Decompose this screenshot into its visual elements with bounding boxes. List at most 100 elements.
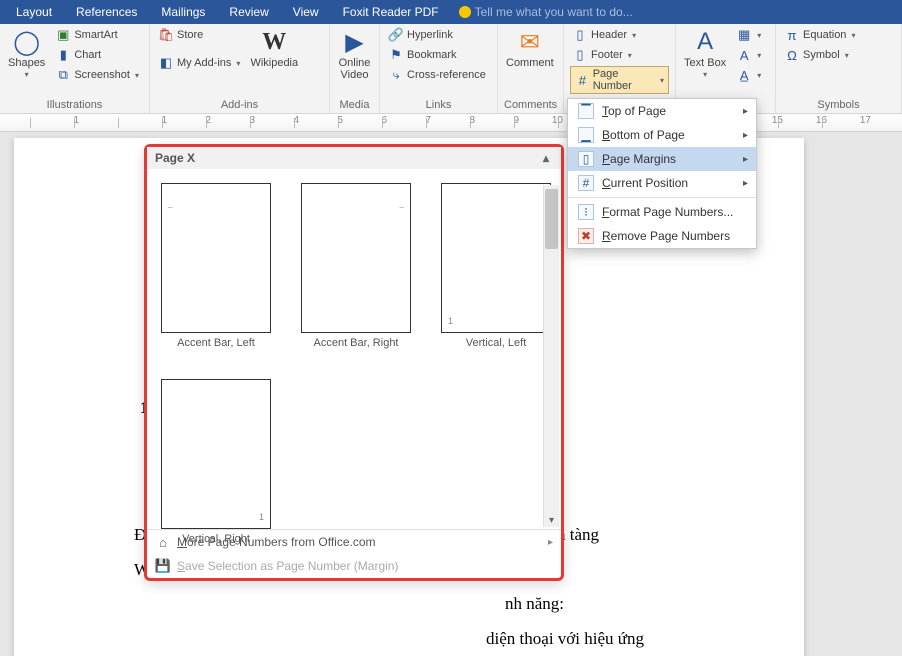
wikipedia-button[interactable]: W Wikipedia xyxy=(248,26,300,71)
footer-button[interactable]: ▯Footer▾ xyxy=(570,46,669,64)
group-links-label: Links xyxy=(386,98,491,113)
remove-icon: ✖ xyxy=(578,228,594,244)
equation-button[interactable]: πEquation▾ xyxy=(782,26,857,44)
screenshot-button[interactable]: ⧉Screenshot▾ xyxy=(53,66,141,84)
gallery-scrollbar[interactable]: ▾ xyxy=(543,185,559,527)
tab-layout[interactable]: Layout xyxy=(4,1,64,23)
scroll-up-icon[interactable]: ▴ xyxy=(539,151,553,165)
chart-label: Chart xyxy=(74,49,101,61)
dropcap-button[interactable]: A̲▾ xyxy=(734,66,763,84)
screenshot-label: Screenshot xyxy=(74,69,130,81)
tab-references[interactable]: References xyxy=(64,1,149,23)
bookmark-icon: ⚑ xyxy=(388,47,404,63)
screenshot-icon: ⧉ xyxy=(55,67,71,83)
menu-separator xyxy=(568,197,756,198)
myaddins-button[interactable]: ◧My Add-ins▾ xyxy=(156,54,242,72)
comment-icon: ✉ xyxy=(514,28,546,56)
pagenumber-icon: # xyxy=(575,72,590,88)
chart-button[interactable]: ▮Chart xyxy=(53,46,141,64)
smartart-label: SmartArt xyxy=(74,29,117,41)
group-links: 🔗Hyperlink ⚑Bookmark ⤷Cross-reference Li… xyxy=(380,24,498,113)
group-illustrations: ◯ Shapes ▾ ▣SmartArt ▮Chart ⧉Screenshot▾… xyxy=(0,24,150,113)
scroll-down-icon[interactable]: ▾ xyxy=(544,515,559,526)
addins-icon: ◧ xyxy=(158,55,174,71)
bookmark-label: Bookmark xyxy=(407,49,457,61)
tab-view[interactable]: View xyxy=(281,1,331,23)
wikipedia-icon: W xyxy=(258,28,290,56)
equation-label: Equation xyxy=(803,29,846,41)
wordart-icon: A xyxy=(736,47,752,63)
quickparts-button[interactable]: ▦▾ xyxy=(734,26,763,44)
wikipedia-label: Wikipedia xyxy=(250,57,298,69)
tab-review[interactable]: Review xyxy=(217,1,280,23)
hyperlink-icon: 🔗 xyxy=(388,27,404,43)
save-selection: 💾 Save Selection as Page Number (Margin) xyxy=(147,554,561,578)
ruler-tick: 17 xyxy=(860,116,871,126)
comment-button[interactable]: ✉ Comment xyxy=(504,26,556,71)
chevron-right-icon: ▸ xyxy=(743,154,748,165)
gallery-item-accent-bar-right[interactable]: ⎯ Accent Bar, Right xyxy=(301,183,411,349)
smartart-icon: ▣ xyxy=(55,27,71,43)
smartart-button[interactable]: ▣SmartArt xyxy=(53,26,141,44)
header-icon: ▯ xyxy=(572,27,588,43)
store-button[interactable]: 🛍Store xyxy=(156,26,242,44)
scrollbar-thumb[interactable] xyxy=(545,189,558,249)
store-label: Store xyxy=(177,29,203,41)
menu-remove-page-numbers[interactable]: ✖ Remove Page Numbers xyxy=(568,224,756,248)
arrow-right-icon: ▸ xyxy=(548,537,553,548)
online-video-button[interactable]: ▶ Online Video xyxy=(336,26,373,83)
wordart-button[interactable]: A▾ xyxy=(734,46,763,64)
header-button[interactable]: ▯Header▾ xyxy=(570,26,669,44)
thumb-label: Vertical, Left xyxy=(466,337,527,349)
thumb-preview: ⎯ xyxy=(301,183,411,333)
thumb-label: Accent Bar, Right xyxy=(314,337,399,349)
textbox-label: Text Box xyxy=(684,57,726,69)
menu-current-position[interactable]: # Current Position▸ xyxy=(568,171,756,195)
gallery-item-vertical-right[interactable]: 1 Vertical, Right xyxy=(161,379,271,545)
menu-bottom-of-page[interactable]: ▁ Bottom of Page▸ xyxy=(568,123,756,147)
store-icon: 🛍 xyxy=(158,27,174,43)
horizontal-ruler[interactable]: 1 1 2 3 4 5 6 7 8 9 10 11 12 13 14 15 16… xyxy=(0,114,902,132)
bookmark-button[interactable]: ⚑Bookmark xyxy=(386,46,488,64)
quickparts-icon: ▦ xyxy=(736,27,752,43)
gallery-title: Page X xyxy=(155,151,195,165)
textbox-icon: A xyxy=(689,28,721,56)
page-top-icon: ▔ xyxy=(578,103,594,119)
gallery-item-vertical-left[interactable]: 1 Vertical, Left xyxy=(441,183,551,349)
tell-me-search[interactable]: Tell me what you want to do... xyxy=(459,5,633,19)
pagenumber-button[interactable]: #Page Number▾ xyxy=(570,66,669,94)
shapes-button[interactable]: ◯ Shapes ▾ xyxy=(6,26,47,81)
myaddins-label: My Add-ins xyxy=(177,57,231,69)
tab-foxit[interactable]: Foxit Reader PDF xyxy=(331,1,451,23)
textbox-button[interactable]: A Text Box ▾ xyxy=(682,26,728,81)
page-margins-icon: ▯ xyxy=(578,151,594,167)
thumb-preview: 1 xyxy=(441,183,551,333)
symbol-button[interactable]: ΩSymbol▾ xyxy=(782,46,857,64)
crossref-label: Cross-reference xyxy=(407,69,486,81)
hyperlink-button[interactable]: 🔗Hyperlink xyxy=(386,26,488,44)
symbol-label: Symbol xyxy=(803,49,840,61)
page-bottom-icon: ▁ xyxy=(578,127,594,143)
group-symbols: πEquation▾ ΩSymbol▾ Symbols xyxy=(776,24,902,113)
crossref-button[interactable]: ⤷Cross-reference xyxy=(386,66,488,84)
shapes-label: Shapes xyxy=(8,57,45,69)
ribbon: ◯ Shapes ▾ ▣SmartArt ▮Chart ⧉Screenshot▾… xyxy=(0,24,902,114)
chevron-right-icon: ▸ xyxy=(743,106,748,117)
footer-label: Footer xyxy=(591,49,623,61)
gallery-body: ⎯ Accent Bar, Left ⎯ Accent Bar, Right 1… xyxy=(147,169,561,529)
comment-label: Comment xyxy=(506,57,554,69)
pagenumber-margin-gallery: Page X ▴ ⎯ Accent Bar, Left ⎯ Accent Bar… xyxy=(144,144,564,581)
group-media: ▶ Online Video Media xyxy=(330,24,380,113)
video-icon: ▶ xyxy=(339,28,371,56)
group-addins-label: Add-ins xyxy=(156,98,323,113)
format-icon: ⁝ xyxy=(578,204,594,220)
chevron-right-icon: ▸ xyxy=(743,130,748,141)
gallery-item-accent-bar-left[interactable]: ⎯ Accent Bar, Left xyxy=(161,183,271,349)
menu-top-of-page[interactable]: ▔ Top of Page▸ xyxy=(568,99,756,123)
tab-mailings[interactable]: Mailings xyxy=(149,1,217,23)
menu-format-page-numbers[interactable]: ⁝ Format Page Numbers... xyxy=(568,200,756,224)
save-icon: 💾 xyxy=(155,558,171,574)
ribbon-tab-bar: Layout References Mailings Review View F… xyxy=(0,0,902,24)
menu-page-margins[interactable]: ▯ Page Margins▸ xyxy=(568,147,756,171)
tell-me-placeholder: Tell me what you want to do... xyxy=(475,5,633,19)
